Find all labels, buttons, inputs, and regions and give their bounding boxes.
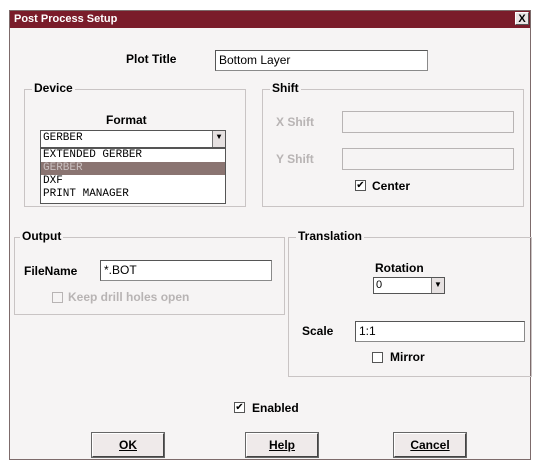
ok-button-label: OK bbox=[119, 438, 137, 452]
translation-group-label: Translation bbox=[296, 229, 365, 243]
mirror-checkbox[interactable] bbox=[372, 352, 383, 363]
format-option[interactable]: DXF bbox=[41, 175, 225, 188]
format-option[interactable]: EXTENDED GERBER bbox=[41, 149, 225, 162]
cancel-button-label: Cancel bbox=[410, 438, 450, 452]
rotation-dropdown[interactable]: 0 ▼ bbox=[373, 277, 445, 294]
output-group-label: Output bbox=[20, 229, 64, 243]
center-checkbox[interactable]: ✔ bbox=[355, 180, 366, 191]
plot-title-input[interactable]: Bottom Layer bbox=[215, 50, 428, 71]
close-button[interactable]: X bbox=[515, 12, 529, 25]
y-shift-input[interactable] bbox=[342, 148, 514, 170]
plot-title-label: Plot Title bbox=[126, 52, 177, 66]
enabled-label: Enabled bbox=[252, 401, 299, 415]
format-option[interactable]: PRINT MANAGER bbox=[41, 188, 225, 201]
x-shift-label: X Shift bbox=[276, 115, 314, 129]
filename-label: FileName bbox=[24, 264, 78, 278]
rotation-value: 0 bbox=[376, 279, 383, 291]
help-button[interactable]: Help bbox=[245, 432, 319, 458]
format-option-selected[interactable]: GERBER bbox=[41, 162, 225, 175]
scale-input[interactable]: 1:1 bbox=[355, 321, 525, 342]
help-button-label: Help bbox=[268, 438, 295, 452]
y-shift-label: Y Shift bbox=[276, 152, 314, 166]
cancel-button[interactable]: Cancel bbox=[393, 432, 467, 458]
format-listbox[interactable]: EXTENDED GERBER GERBER DXF PRINT MANAGER bbox=[40, 148, 226, 204]
title-bar[interactable]: Post Process Setup X bbox=[10, 11, 530, 28]
scale-label: Scale bbox=[302, 324, 334, 338]
ok-button[interactable]: OK bbox=[91, 432, 165, 458]
shift-group-label: Shift bbox=[270, 81, 301, 95]
format-selected: GERBER bbox=[43, 132, 83, 144]
format-label: Format bbox=[106, 113, 147, 127]
center-label: Center bbox=[372, 179, 411, 193]
filename-input[interactable]: *.BOT bbox=[100, 260, 272, 281]
keep-drill-checkbox[interactable] bbox=[52, 292, 63, 303]
enabled-checkbox[interactable]: ✔ bbox=[234, 402, 245, 413]
chevron-down-icon[interactable]: ▼ bbox=[431, 278, 444, 293]
keep-drill-label: Keep drill holes open bbox=[68, 290, 190, 304]
format-dropdown[interactable]: GERBER ▼ bbox=[40, 130, 226, 148]
chevron-down-icon[interactable]: ▼ bbox=[212, 131, 225, 147]
mirror-label: Mirror bbox=[390, 350, 425, 364]
x-shift-input[interactable] bbox=[342, 111, 514, 133]
window-title: Post Process Setup bbox=[14, 13, 118, 25]
rotation-label: Rotation bbox=[375, 261, 424, 275]
dialog-window: Post Process Setup X Plot Title Bottom L… bbox=[9, 10, 532, 460]
device-group-label: Device bbox=[32, 81, 75, 95]
